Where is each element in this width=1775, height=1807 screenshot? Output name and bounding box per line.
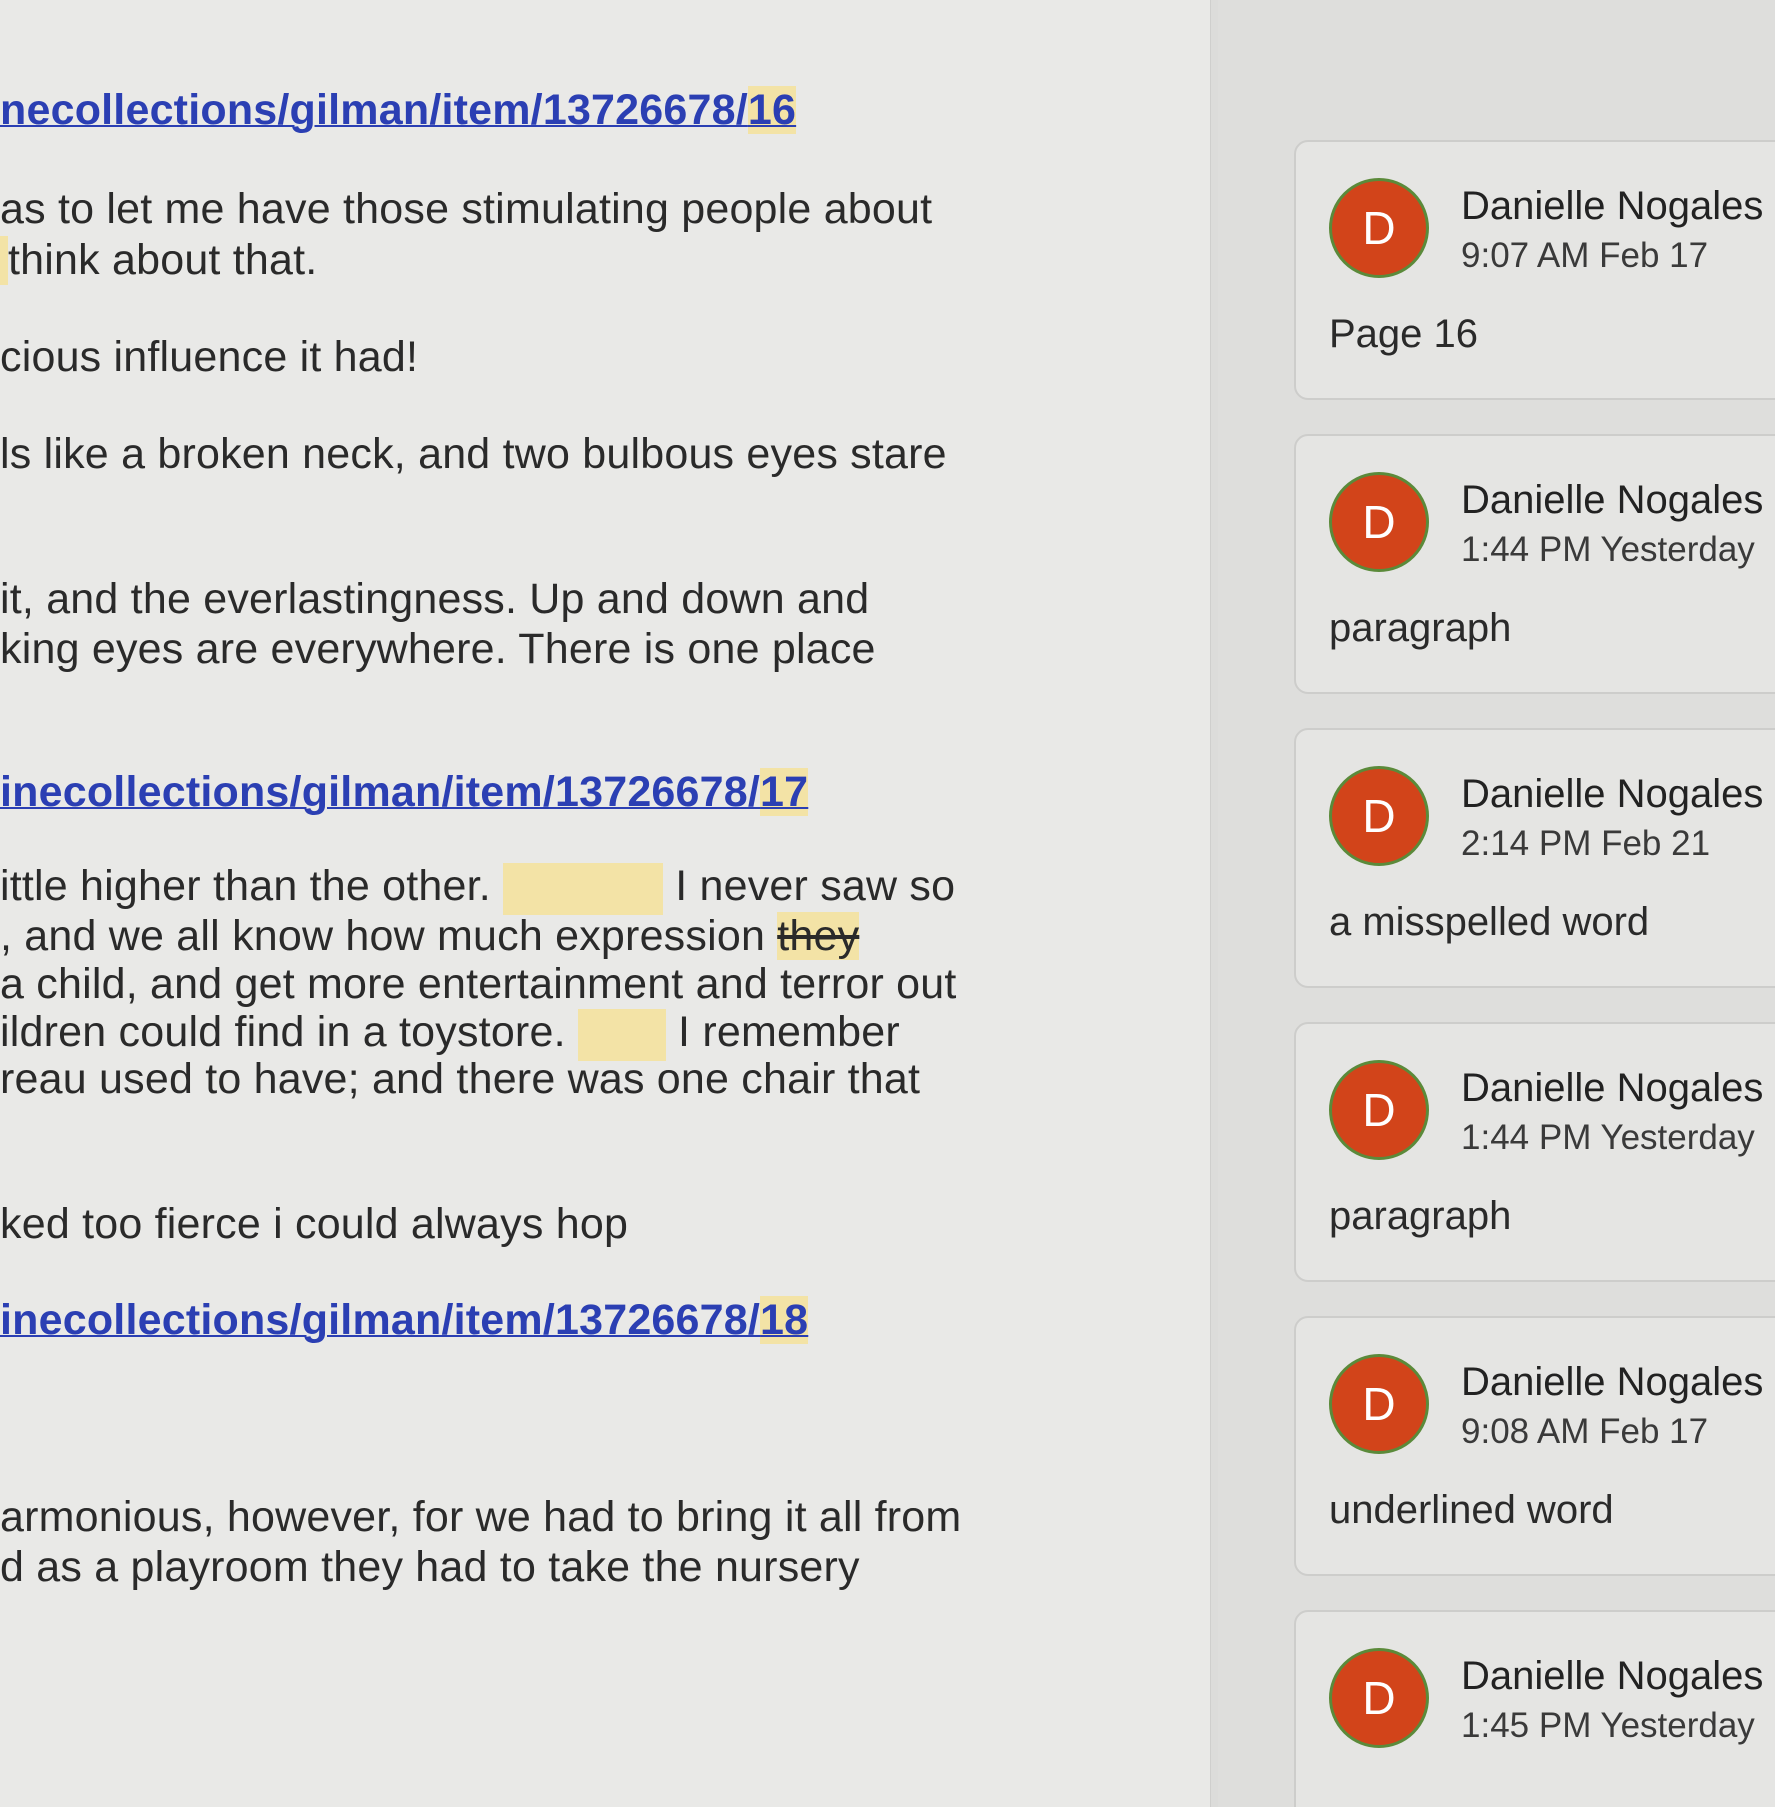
text-line: armonious, however, for we had to bring … xyxy=(0,1493,962,1541)
text-line: cious influence it had! xyxy=(0,333,419,381)
avatar: D xyxy=(1329,1354,1429,1454)
avatar: D xyxy=(1329,472,1429,572)
comment-card[interactable]: D Danielle Nogales 1:45 PM Yesterday xyxy=(1294,1610,1775,1807)
avatar: D xyxy=(1329,766,1429,866)
comment-author: Danielle Nogales xyxy=(1461,772,1764,816)
comments-panel: D Danielle Nogales 9:07 AM Feb 17 Page 1… xyxy=(1218,0,1775,1807)
text-line: ked too fierce i could always hop xyxy=(0,1200,629,1248)
comment-author: Danielle Nogales xyxy=(1461,478,1764,522)
highlight-box xyxy=(577,1008,666,1061)
comment-text: paragraph xyxy=(1329,1194,1512,1238)
highlight-box xyxy=(503,862,664,915)
comment-card[interactable]: D Danielle Nogales 1:44 PM Yesterday par… xyxy=(1294,1022,1775,1282)
comment-text: underlined word xyxy=(1329,1488,1614,1532)
text-line: a child, and get more entertainment and … xyxy=(0,960,957,1008)
comment-text: Page 16 xyxy=(1329,312,1479,356)
text-line: ittle higher than the other. I never saw… xyxy=(0,862,955,915)
text-span: , and we all know how much expression xyxy=(0,912,766,960)
comment-card[interactable]: D Danielle Nogales 9:08 AM Feb 17 underl… xyxy=(1294,1316,1775,1576)
text-span: I never saw so xyxy=(675,862,956,910)
link-page-number[interactable]: 17 xyxy=(760,768,809,816)
page-link-16[interactable]: necollections/gilman/item/13726678/16 xyxy=(0,86,797,135)
text-line: , and we all know how much expression th… xyxy=(0,912,860,961)
link-text[interactable]: necollections/gilman/item/13726678/ xyxy=(0,86,748,134)
page-link-17[interactable]: inecollections/gilman/item/13726678/17 xyxy=(0,768,809,817)
avatar: D xyxy=(1329,1648,1429,1748)
comment-text: paragraph xyxy=(1329,606,1512,650)
page-link-18[interactable]: inecollections/gilman/item/13726678/18 xyxy=(0,1296,809,1345)
link-text[interactable]: inecollections/gilman/item/13726678/ xyxy=(0,1296,760,1344)
text-line: d as a playroom they had to take the nur… xyxy=(0,1543,860,1591)
text-span: ittle higher than the other. xyxy=(0,862,491,910)
comment-author: Danielle Nogales xyxy=(1461,184,1764,228)
comment-time: 9:07 AM Feb 17 xyxy=(1461,236,1709,275)
text-line: reau used to have; and there was one cha… xyxy=(0,1055,921,1103)
comment-author: Danielle Nogales xyxy=(1461,1066,1764,1110)
comment-time: 1:44 PM Yesterday xyxy=(1461,530,1755,569)
comment-author: Danielle Nogales xyxy=(1461,1360,1764,1404)
comment-time: 1:44 PM Yesterday xyxy=(1461,1118,1755,1157)
comment-time: 9:08 AM Feb 17 xyxy=(1461,1412,1709,1451)
text-line: king eyes are everywhere. There is one p… xyxy=(0,625,876,673)
comment-card[interactable]: D Danielle Nogales 9:07 AM Feb 17 Page 1… xyxy=(1294,140,1775,400)
text-line: as to let me have those stimulating peop… xyxy=(0,185,933,233)
text-line: think about that. xyxy=(0,236,317,285)
text-line: ls like a broken neck, and two bulbous e… xyxy=(0,430,947,478)
text-span: I remember xyxy=(678,1008,900,1056)
avatar: D xyxy=(1329,1060,1429,1160)
comment-time: 2:14 PM Feb 21 xyxy=(1461,824,1711,863)
text-line: ildren could find in a toystore. I remem… xyxy=(0,1008,900,1061)
comment-card[interactable]: D Danielle Nogales 1:44 PM Yesterday par… xyxy=(1294,434,1775,694)
text-span: think about that. xyxy=(8,236,318,284)
strikethrough-word: they xyxy=(777,912,860,960)
comment-text: a misspelled word xyxy=(1329,900,1650,944)
text-line: it, and the everlastingness. Up and down… xyxy=(0,575,870,623)
avatar: D xyxy=(1329,178,1429,278)
text-span: ildren could find in a toystore. xyxy=(0,1008,566,1056)
comment-card[interactable]: D Danielle Nogales 2:14 PM Feb 21 a miss… xyxy=(1294,728,1775,988)
link-page-number[interactable]: 16 xyxy=(747,86,797,134)
link-page-number[interactable]: 18 xyxy=(760,1296,809,1344)
document-page: necollections/gilman/item/13726678/16 as… xyxy=(0,0,1210,1807)
link-text[interactable]: inecollections/gilman/item/13726678/ xyxy=(0,768,760,816)
comment-time: 1:45 PM Yesterday xyxy=(1461,1706,1755,1745)
comment-author: Danielle Nogales xyxy=(1461,1654,1764,1698)
